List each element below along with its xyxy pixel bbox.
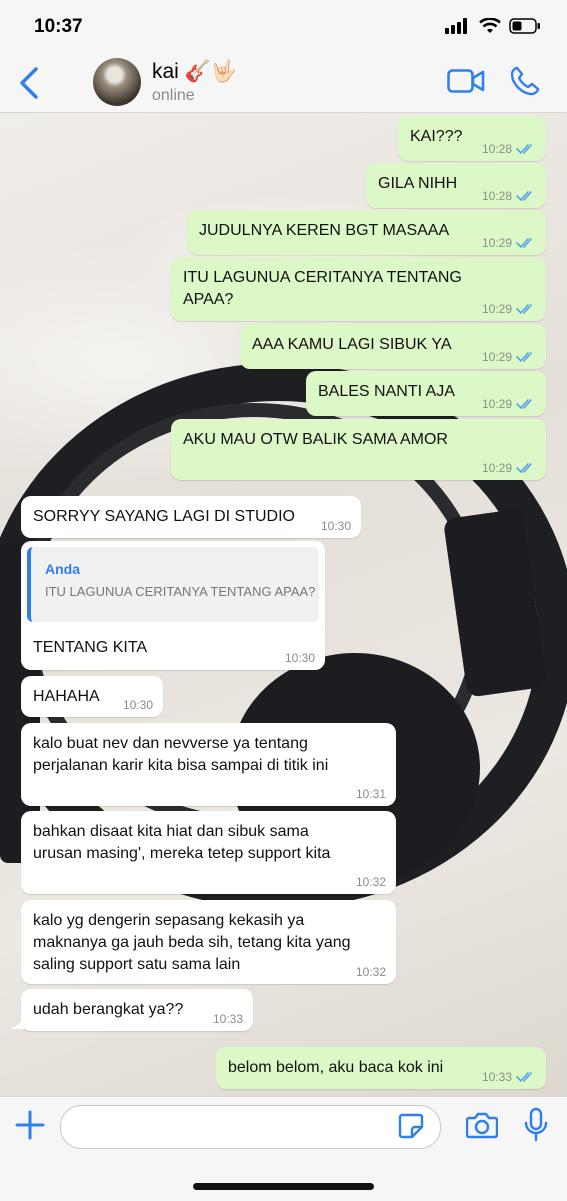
video-call-icon[interactable] [447, 68, 485, 94]
avatar[interactable] [93, 58, 141, 106]
message-text: AKU MAU OTW BALIK SAMA AMOR [183, 431, 448, 448]
message-bubble-incoming[interactable]: Anda ITU LAGUNUA CERITANYA TENTANG APAA?… [21, 541, 325, 670]
message-bubble-outgoing[interactable]: belom belom, aku baca kok ini 10:33 [216, 1047, 546, 1089]
message-text: KAI??? [410, 128, 463, 145]
message-time: 10:33 [481, 1070, 512, 1084]
message-text: ITU LAGUNUA CERITANYA TENTANG APAA? [183, 269, 462, 308]
double-check-icon [516, 352, 532, 363]
camera-icon[interactable] [466, 1111, 498, 1139]
message-time: 10:29 [481, 461, 512, 475]
double-check-icon [516, 238, 532, 249]
message-text: belom belom, aku baca kok ini [228, 1059, 444, 1076]
message-time: 10:33 [212, 1012, 243, 1026]
message-bubble-outgoing[interactable]: GILA NIHH 10:28 [366, 163, 546, 208]
message-text: GILA NIHH [378, 175, 458, 192]
wifi-icon [479, 18, 501, 33]
message-time: 10:29 [481, 350, 512, 364]
message-text: bahkan disaat kita hiat dan sibuk sama u… [33, 823, 331, 862]
quoted-author: Anda [45, 561, 80, 577]
message-time: 10:29 [481, 236, 512, 250]
contact-name[interactable]: kai 🎸🤟🏻 [152, 60, 237, 84]
double-check-icon [516, 399, 532, 410]
double-check-icon [516, 191, 532, 202]
message-time: 10:28 [481, 189, 512, 203]
chat-area[interactable]: KAI??? 10:28 GILA NIHH 10:28 JUDULNYA KE… [0, 113, 567, 1096]
message-text: kalo buat nev dan nevverse ya tentang pe… [33, 735, 329, 774]
bubble-tail-icon [10, 1017, 24, 1029]
message-time: 10:28 [481, 142, 512, 156]
message-text: udah berangkat ya?? [33, 1001, 184, 1018]
double-check-icon [516, 463, 532, 474]
message-bubble-outgoing[interactable]: ITU LAGUNUA CERITANYA TENTANG APAA? 10:2… [171, 257, 546, 321]
status-time: 10:37 [34, 16, 83, 37]
sticker-icon[interactable] [398, 1113, 424, 1139]
message-text: SORRYY SAYANG LAGI DI STUDIO [33, 508, 295, 525]
contact-status: online [152, 87, 195, 104]
message-time: 10:30 [284, 651, 315, 665]
back-chevron-icon[interactable] [18, 66, 40, 100]
message-input[interactable] [60, 1105, 441, 1149]
message-time: 10:32 [355, 875, 386, 889]
message-bubble-incoming[interactable]: bahkan disaat kita hiat dan sibuk sama u… [21, 811, 396, 894]
message-time: 10:29 [481, 302, 512, 316]
double-check-icon [516, 144, 532, 155]
message-bubble-incoming[interactable]: SORRYY SAYANG LAGI DI STUDIO 10:30 [21, 496, 361, 538]
plus-icon[interactable] [14, 1109, 46, 1141]
message-bubble-incoming[interactable]: HAHAHA 10:30 [21, 676, 163, 717]
message-bubble-incoming[interactable]: udah berangkat ya?? 10:33 [21, 989, 253, 1031]
double-check-icon [516, 1072, 532, 1083]
message-bubble-outgoing[interactable]: BALES NANTI AJA 10:29 [306, 371, 546, 416]
message-text: kalo yg dengerin sepasang kekasih ya mak… [33, 912, 351, 973]
double-check-icon [516, 304, 532, 315]
message-bubble-outgoing[interactable]: AKU MAU OTW BALIK SAMA AMOR 10:29 [171, 419, 546, 480]
message-bubble-outgoing[interactable]: AAA KAMU LAGI SIBUK YA 10:29 [240, 324, 546, 369]
message-input-bar [0, 1096, 567, 1201]
phone-icon[interactable] [510, 66, 540, 96]
quoted-text: ITU LAGUNUA CERITANYA TENTANG APAA? [45, 584, 316, 599]
message-text: HAHAHA [33, 688, 100, 705]
message-time: 10:31 [355, 787, 386, 801]
message-time: 10:30 [122, 698, 153, 712]
signal-icon [445, 18, 467, 34]
message-text: AAA KAMU LAGI SIBUK YA [252, 336, 452, 353]
chat-header: kai 🎸🤟🏻 online [0, 52, 567, 113]
message-bubble-outgoing[interactable]: JUDULNYA KEREN BGT MASAAA 10:29 [187, 210, 546, 255]
status-bar: 10:37 [0, 0, 567, 52]
home-indicator [193, 1183, 374, 1190]
message-text: BALES NANTI AJA [318, 383, 455, 400]
quoted-message[interactable]: Anda ITU LAGUNUA CERITANYA TENTANG APAA? [27, 547, 319, 622]
message-bubble-incoming[interactable]: kalo buat nev dan nevverse ya tentang pe… [21, 723, 396, 806]
message-bubble-outgoing[interactable]: KAI??? 10:28 [398, 116, 546, 161]
message-time: 10:29 [481, 397, 512, 411]
message-time: 10:32 [355, 965, 386, 979]
battery-icon [509, 18, 540, 34]
message-text: JUDULNYA KEREN BGT MASAAA [199, 222, 450, 239]
message-time: 10:30 [320, 519, 351, 533]
message-text: TENTANG KITA [33, 639, 148, 656]
message-bubble-incoming[interactable]: kalo yg dengerin sepasang kekasih ya mak… [21, 900, 396, 984]
status-icons [445, 18, 541, 34]
microphone-icon[interactable] [524, 1107, 548, 1143]
